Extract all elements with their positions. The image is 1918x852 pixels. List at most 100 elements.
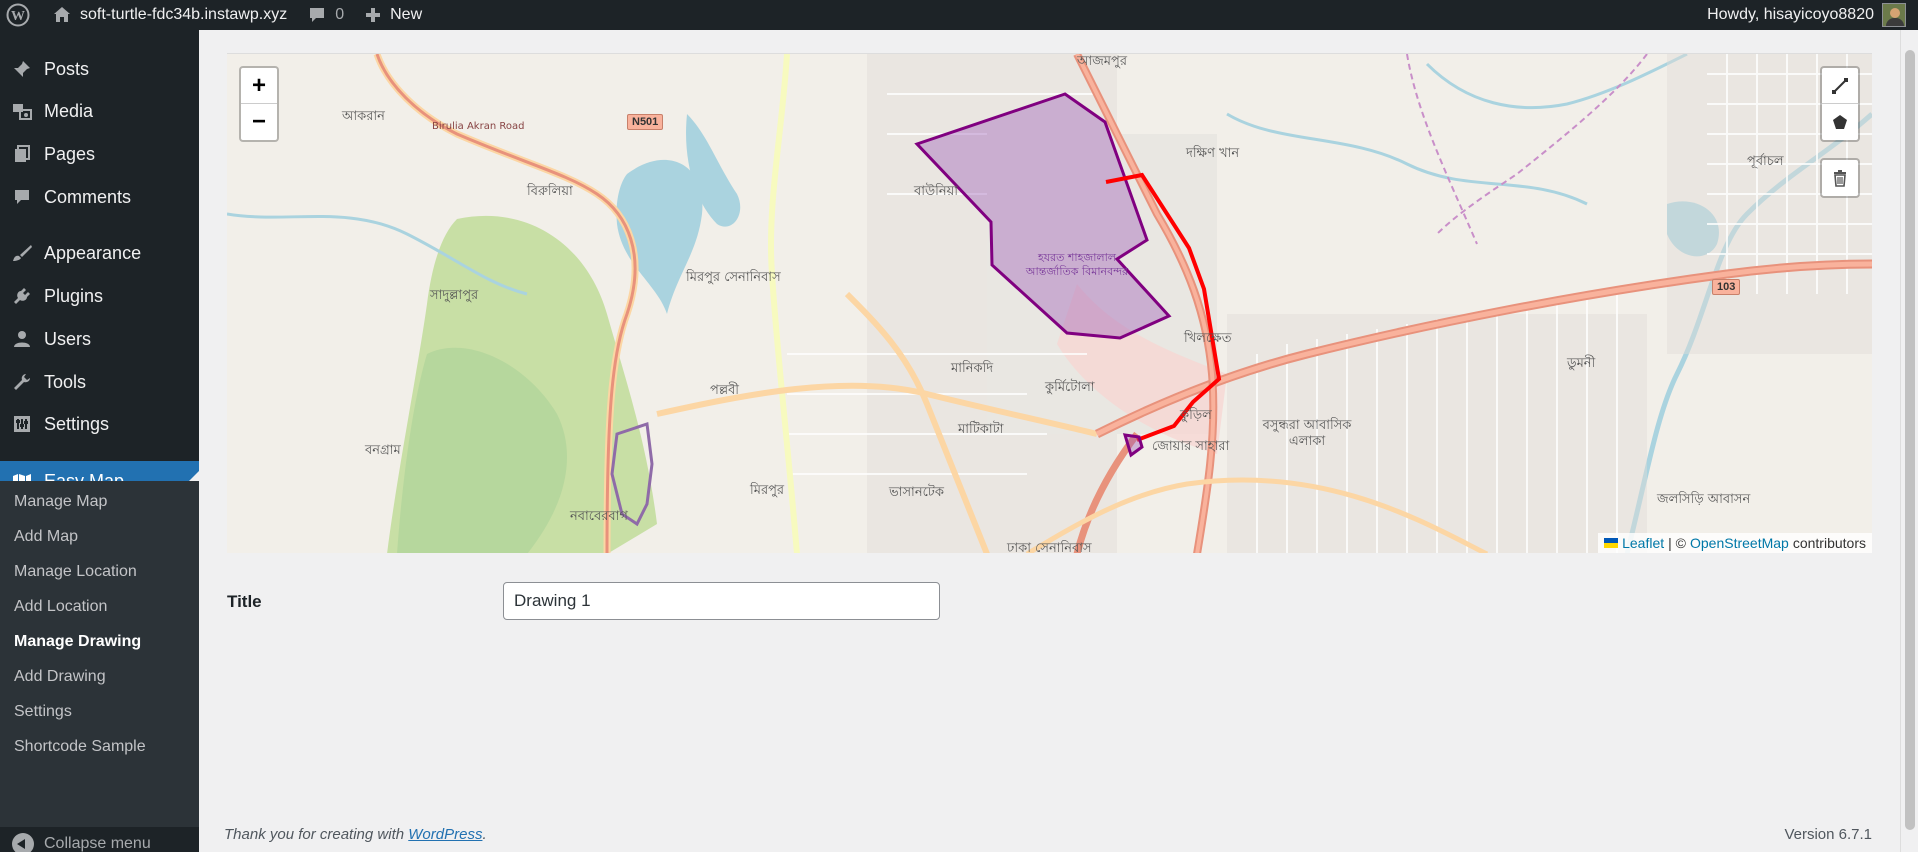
- home-icon: [54, 7, 70, 22]
- submenu-add-location[interactable]: Add Location: [14, 595, 107, 619]
- user-icon: [14, 331, 30, 347]
- submenu-add-drawing[interactable]: Add Drawing: [14, 665, 106, 689]
- sidebar-item-posts[interactable]: Posts: [0, 49, 199, 89]
- easy-map-submenu: Manage Map Add Map Manage Location Add L…: [0, 481, 199, 827]
- edit-toolbar: [1820, 158, 1860, 198]
- map-label-bauniya: বাউনিয়া: [914, 184, 959, 199]
- leaflet-map[interactable]: আকরান Birulia Akran Road N501 বিরুলিয়া …: [227, 53, 1872, 553]
- footer-thanks: Thank you for creating with WordPress.: [224, 826, 487, 843]
- sidebar-item-plugins[interactable]: Plugins: [0, 276, 199, 316]
- title-label: Title: [227, 592, 262, 611]
- sidebar-item-label: Pages: [44, 143, 96, 164]
- map-label-road: Birulia Akran Road: [432, 121, 525, 132]
- new-label: New: [390, 6, 423, 23]
- zoom-out-button[interactable]: −: [241, 104, 277, 140]
- avatar: [1882, 3, 1906, 27]
- map-label-purbachal: পূর্বাচল: [1747, 154, 1784, 169]
- submenu-manage-drawing[interactable]: Manage Drawing: [14, 630, 141, 654]
- road-shield-103: 103: [1712, 279, 1741, 295]
- map-label-dumni: ডুমনী: [1567, 356, 1596, 371]
- trash-icon: [1834, 170, 1846, 187]
- polygon-icon: [1833, 115, 1847, 129]
- map-label-bashundhara: বসুন্ধরা আবাসিক এলাকা: [1262, 418, 1352, 449]
- map-label-akaran: আকরান: [342, 109, 385, 124]
- comments-count: 0: [335, 6, 345, 23]
- sidebar-item-tools[interactable]: Tools: [0, 362, 199, 402]
- admin-menu: Posts Media Pages Comments Appearance Pl…: [0, 30, 199, 852]
- plug-icon: [14, 288, 30, 304]
- submenu-manage-location[interactable]: Manage Location: [14, 560, 137, 584]
- comment-icon: [15, 190, 29, 204]
- map-label-jolshiri: জলসিড়ি আবাসন: [1657, 492, 1751, 507]
- footer-thanks-suffix: .: [482, 826, 487, 843]
- ukraine-flag-icon: [1604, 538, 1619, 548]
- draw-polyline-button[interactable]: [1822, 68, 1858, 104]
- map-label-bangram: বনগ্রাম: [365, 443, 401, 458]
- map-label-matikata: মাটিকাটা: [958, 422, 1004, 437]
- site-name: soft-turtle-fdc34b.instawp.xyz: [80, 6, 288, 23]
- sidebar-item-label: Settings: [44, 413, 110, 434]
- submenu-manage-map[interactable]: Manage Map: [14, 490, 107, 514]
- map-label-mirpur: মিরপুর: [750, 483, 785, 498]
- road-shield-n501: N501: [627, 114, 664, 130]
- sidebar-item-label: Tools: [44, 371, 87, 392]
- attribution-separator: | ©: [1668, 535, 1686, 551]
- map-label-bhasantek: ভাসানটেক: [889, 485, 944, 500]
- leaflet-link[interactable]: Leaflet: [1622, 535, 1664, 551]
- sidebar-item-label: Media: [44, 100, 94, 121]
- polyline-icon: [1832, 77, 1848, 94]
- submenu-shortcode-sample[interactable]: Shortcode Sample: [14, 735, 146, 759]
- map-label-kurmitola: কুর্মিটোলা: [1045, 380, 1095, 395]
- zoom-control: + −: [239, 66, 279, 142]
- title-row: Title: [227, 582, 987, 622]
- sidebar-item-pages[interactable]: Pages: [0, 134, 199, 174]
- my-account[interactable]: Howdy, hisayicoyo8820: [1707, 0, 1918, 30]
- plus-icon: [366, 8, 381, 22]
- sidebar-item-users[interactable]: Users: [0, 319, 199, 359]
- site-name-link[interactable]: soft-turtle-fdc34b.instawp.xyz: [42, 0, 297, 30]
- map-label-birulia: বিরুলিয়া: [527, 184, 573, 199]
- wordpress-icon: W: [6, 3, 30, 27]
- sliders-icon: [14, 416, 30, 432]
- sidebar-item-comments[interactable]: Comments: [0, 177, 199, 217]
- wordpress-link[interactable]: WordPress: [408, 826, 482, 843]
- zoom-in-button[interactable]: +: [241, 68, 277, 104]
- sidebar-item-label: Comments: [44, 186, 132, 207]
- sidebar-item-label: Appearance: [44, 242, 142, 263]
- wrench-icon: [14, 374, 30, 390]
- admin-bar: W soft-turtle-fdc34b.instawp.xyz 0 New H…: [0, 0, 1918, 30]
- draw-polygon-button[interactable]: [1822, 104, 1858, 140]
- collapse-menu-label: Collapse menu: [44, 835, 151, 852]
- map-label-khilkhet: খিলক্ষেত: [1184, 331, 1232, 346]
- submenu-add-map[interactable]: Add Map: [14, 525, 78, 549]
- scrollbar-thumb[interactable]: [1905, 50, 1915, 830]
- sidebar-item-label: Posts: [44, 58, 90, 79]
- sidebar-item-settings[interactable]: Settings: [0, 404, 199, 444]
- wordpress-logo[interactable]: W: [0, 0, 42, 30]
- sidebar-item-media[interactable]: Media: [0, 91, 199, 131]
- pushpin-icon: [14, 61, 30, 77]
- submenu-settings[interactable]: Settings: [14, 700, 72, 724]
- map-label-joar-sahara: জোয়ার সাহারা: [1152, 439, 1230, 454]
- map-label-ajampur: আজমপুর: [1077, 54, 1127, 69]
- map-label-kuril: কুড়িল: [1180, 408, 1212, 423]
- osm-link[interactable]: OpenStreetMap: [1690, 535, 1789, 551]
- map-label-dakshin-khan: দক্ষিণ খান: [1186, 146, 1240, 161]
- sidebar-item-appearance[interactable]: Appearance: [0, 233, 199, 273]
- page-scrollbar[interactable]: [1900, 30, 1918, 852]
- title-input[interactable]: [503, 582, 940, 620]
- collapse-menu-button[interactable]: Collapse menu: [0, 824, 199, 852]
- attribution-suffix: contributors: [1792, 535, 1866, 551]
- new-content-link[interactable]: New: [354, 0, 432, 30]
- delete-layers-button[interactable]: [1822, 160, 1858, 196]
- comment-icon: [310, 8, 325, 22]
- comments-link[interactable]: 0: [297, 0, 354, 30]
- pages-icon: [15, 145, 30, 162]
- collapse-arrow-icon: [12, 833, 34, 852]
- map-label-nababerbagh: নবাবেরবাগ: [570, 509, 628, 524]
- map-label-pallabi: পল্লবী: [710, 383, 740, 398]
- footer-version: Version 6.7.1: [1784, 826, 1872, 843]
- media-icon: [13, 104, 32, 120]
- sidebar-item-label: Users: [44, 328, 92, 349]
- howdy-text: Howdy, hisayicoyo8820: [1707, 6, 1874, 23]
